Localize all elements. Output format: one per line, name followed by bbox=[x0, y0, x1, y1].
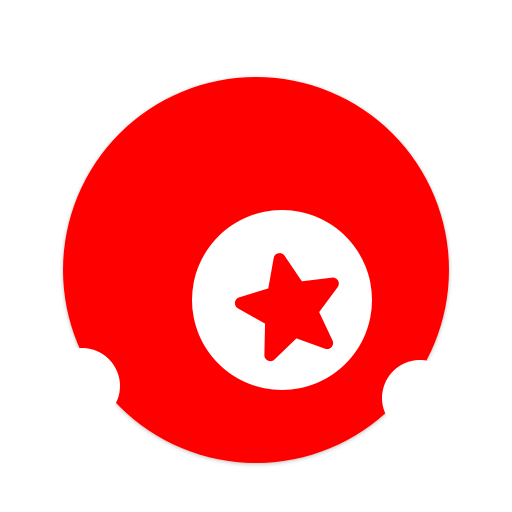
app-logo bbox=[63, 77, 449, 463]
app-icon-canvas bbox=[0, 0, 512, 512]
